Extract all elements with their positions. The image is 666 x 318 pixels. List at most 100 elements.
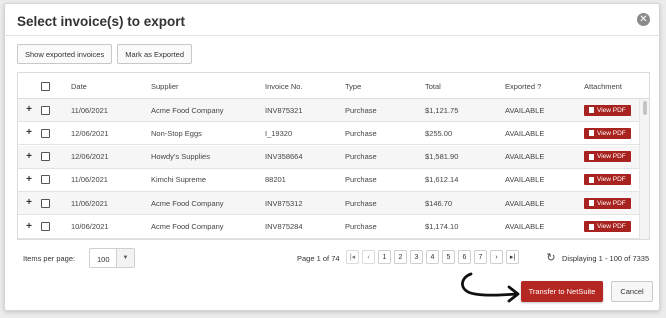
column-exported[interactable]: Exported ? xyxy=(505,73,541,99)
expand-row-icon[interactable]: + xyxy=(24,128,34,138)
grid-header: Date Supplier Invoice No. Type Total Exp… xyxy=(18,73,649,99)
refresh-icon[interactable]: ↻ xyxy=(544,250,558,264)
view-pdf-label: View PDF xyxy=(597,223,626,230)
cell-date: 12/06/2021 xyxy=(71,128,109,138)
document-icon xyxy=(589,107,594,113)
expand-row-icon[interactable]: + xyxy=(24,221,34,232)
cell-type: Purchase xyxy=(345,198,377,208)
cancel-button[interactable]: Cancel xyxy=(611,281,653,302)
cell-exported: AVAILABLE xyxy=(505,175,545,185)
column-invoice[interactable]: Invoice No. xyxy=(265,73,303,99)
show-exported-button[interactable]: Show exported invoices xyxy=(17,44,113,64)
page-button[interactable]: 7 xyxy=(474,250,487,264)
column-total[interactable]: Total xyxy=(425,73,441,99)
items-per-page-select[interactable]: 100 ▼ xyxy=(89,248,135,268)
cell-date: 11/06/2021 xyxy=(71,175,108,185)
vertical-scrollbar[interactable] xyxy=(639,99,649,239)
column-supplier[interactable]: Supplier xyxy=(151,73,179,99)
expand-row-icon[interactable]: + xyxy=(24,105,34,115)
document-icon xyxy=(589,153,594,160)
cell-type: Purchase xyxy=(345,152,377,162)
cell-exported: AVAILABLE xyxy=(505,152,545,162)
cell-total: $1,121.75 xyxy=(425,105,459,115)
export-dialog: Select invoice(s) to export ✕ Show expor… xyxy=(4,3,660,311)
cell-supplier: Acme Food Company xyxy=(151,222,224,231)
cell-total: $1,612.14 xyxy=(425,175,459,185)
table-row[interactable]: +11/06/2021 Acme Food Company INV875321 Pur… xyxy=(18,99,640,122)
cell-exported: AVAILABLE xyxy=(505,222,545,231)
table-row[interactable]: +11/06/2021 Kimchi Supreme 88201 Purchase $1… xyxy=(18,168,640,192)
cell-supplier: Kimchi Supreme xyxy=(151,175,207,185)
last-page-icon[interactable]: ▸| xyxy=(506,250,519,264)
cell-invoice: INV875321 xyxy=(265,105,303,115)
cell-total: $1,581.90 xyxy=(425,152,459,162)
cell-date: 11/06/2021 xyxy=(71,198,108,208)
cell-exported: AVAILABLE xyxy=(505,128,545,138)
view-pdf-button[interactable]: View PDF xyxy=(584,221,631,232)
column-type[interactable]: Type xyxy=(345,73,361,99)
invoice-grid: Date Supplier Invoice No. Type Total Exp… xyxy=(17,72,650,240)
row-checkbox[interactable] xyxy=(41,222,50,231)
column-attachment[interactable]: Attachment xyxy=(584,73,622,99)
cell-total: $1,174.10 xyxy=(425,222,459,231)
row-checkbox[interactable] xyxy=(41,175,50,185)
table-row[interactable]: +12/06/2021 Non-Stop Eggs I_19320 Purchase $… xyxy=(18,122,640,146)
cell-invoice: INV358664 xyxy=(265,152,303,162)
displaying-count: Displaying 1 - 100 of 7335 xyxy=(562,254,650,263)
view-pdf-label: View PDF xyxy=(597,106,626,114)
cell-type: Purchase xyxy=(345,175,377,185)
view-pdf-label: View PDF xyxy=(597,129,626,137)
page-button[interactable]: 2 xyxy=(394,250,407,264)
view-pdf-label: View PDF xyxy=(597,199,626,207)
expand-row-icon[interactable]: + xyxy=(24,151,34,162)
items-per-page-value: 100 xyxy=(97,255,110,264)
cell-date: 12/06/2021 xyxy=(71,152,109,162)
transfer-to-netsuite-button[interactable]: Transfer to NetSuite xyxy=(521,281,603,302)
prev-page-icon[interactable]: ‹ xyxy=(362,250,375,264)
page-button[interactable]: 6 xyxy=(458,250,471,264)
view-pdf-button[interactable]: View PDF xyxy=(584,104,631,116)
cell-invoice: 88201 xyxy=(265,175,286,185)
row-checkbox[interactable] xyxy=(41,105,50,115)
table-row[interactable]: +10/06/2021 Acme Food Company INV875284 Pur… xyxy=(18,215,640,239)
row-checkbox[interactable] xyxy=(41,152,50,162)
view-pdf-label: View PDF xyxy=(597,153,626,161)
cell-date: 10/06/2021 xyxy=(71,222,109,231)
cell-type: Purchase xyxy=(345,222,377,231)
table-row[interactable]: +11/06/2021 Acme Food Company INV875312 Pur… xyxy=(18,192,640,216)
page-buttons: |◂ ‹ 1 2 3 4 5 6 7 › ▸| xyxy=(346,250,519,264)
expand-row-icon[interactable]: + xyxy=(24,174,34,185)
document-icon xyxy=(589,130,594,137)
view-pdf-button[interactable]: View PDF xyxy=(584,197,631,209)
cell-type: Purchase xyxy=(345,128,377,138)
select-all-checkbox[interactable] xyxy=(41,81,50,91)
close-icon[interactable]: ✕ xyxy=(637,13,650,26)
first-page-icon[interactable]: |◂ xyxy=(346,250,359,264)
page-button[interactable]: 4 xyxy=(426,250,439,264)
page-button[interactable]: 3 xyxy=(410,250,423,264)
cell-exported: AVAILABLE xyxy=(505,105,545,115)
pagination-bar: Items per page: 100 ▼ Page 1 of 74 |◂ ‹ … xyxy=(17,244,650,274)
mark-exported-button[interactable]: Mark as Exported xyxy=(117,44,192,64)
cell-invoice: INV875312 xyxy=(265,198,303,208)
header-divider xyxy=(5,35,659,36)
pointing-arrow-icon xyxy=(461,272,520,303)
next-page-icon[interactable]: › xyxy=(490,250,503,264)
table-row[interactable]: +12/06/2021 Howdy's Supplies INV358664 Purc… xyxy=(18,145,640,169)
page-button[interactable]: 5 xyxy=(442,250,455,264)
view-pdf-button[interactable]: View PDF xyxy=(584,151,631,163)
document-icon xyxy=(589,176,594,183)
column-date[interactable]: Date xyxy=(71,73,87,99)
cell-supplier: Non-Stop Eggs xyxy=(151,128,202,138)
row-checkbox[interactable] xyxy=(41,198,50,208)
page-button[interactable]: 1 xyxy=(378,250,391,264)
expand-row-icon[interactable]: + xyxy=(24,198,34,208)
view-pdf-button[interactable]: View PDF xyxy=(584,127,631,139)
scrollbar-thumb[interactable] xyxy=(643,101,647,115)
page-indicator: Page 1 of 74 xyxy=(297,254,340,263)
view-pdf-button[interactable]: View PDF xyxy=(584,174,631,186)
cell-supplier: Acme Food Company xyxy=(151,198,224,208)
row-checkbox[interactable] xyxy=(41,128,50,138)
view-pdf-label: View PDF xyxy=(597,176,626,184)
cell-supplier: Howdy's Supplies xyxy=(151,152,210,162)
